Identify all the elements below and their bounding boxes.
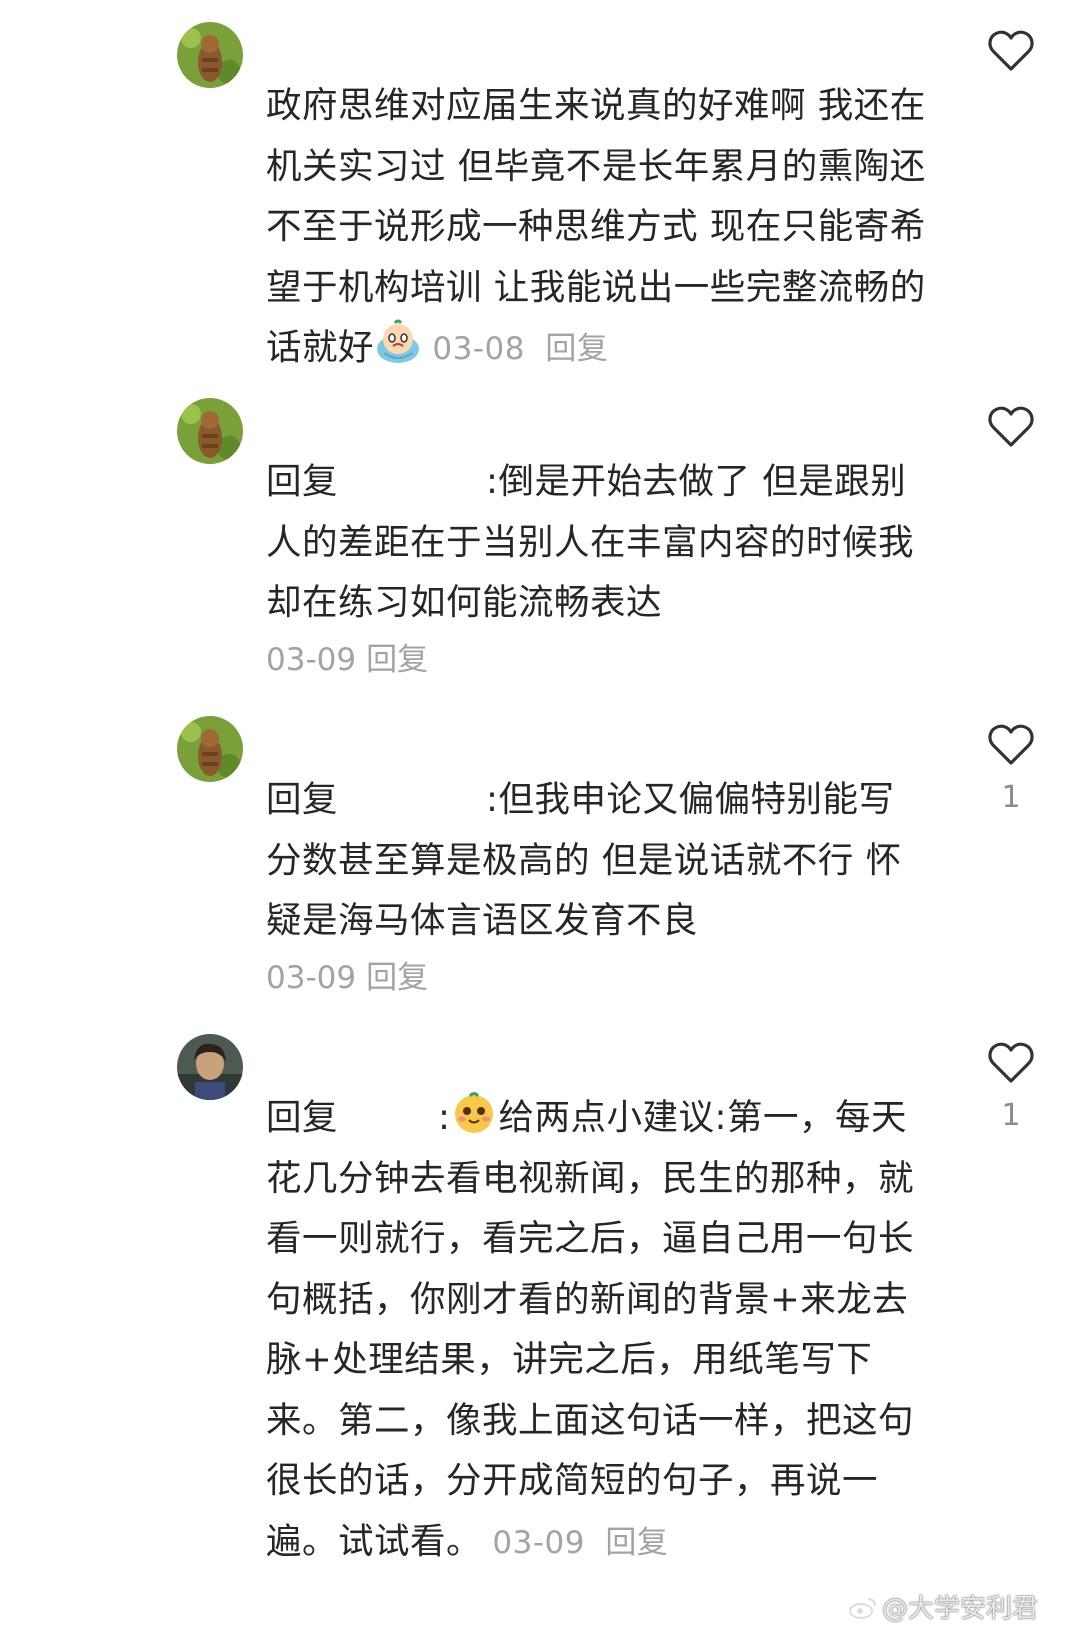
avatar-image [177,398,243,464]
like-count: 1 [1001,1098,1021,1133]
comment-date: 03-08 [432,331,525,367]
mentioned-user[interactable] [338,801,486,811]
comment-text: 政府思维对应届生来说真的好难啊 我还在机关实习过 但毕竟不是长年累月的熏陶还不至… [266,85,926,368]
username[interactable] [266,36,356,64]
reply-button[interactable]: 回复 [366,642,428,678]
mention-separator: : [438,1097,451,1138]
mention-separator: : [486,461,499,502]
comment-meta: 03-09 回复 [266,640,428,680]
avatar-image [177,716,243,782]
mentioned-user[interactable] [338,1119,438,1129]
comment-body: 回复:倒是开始去做了 但是跟别人的差距在于当别人在丰富内容的时候我却在练习如何能… [266,452,926,634]
watermark-text: @大学安利君 [882,1594,1039,1624]
like-heart-icon[interactable] [987,1040,1035,1084]
comment-date: 03-09 [266,642,357,678]
avatar[interactable] [177,1034,243,1100]
like-count: 1 [1001,780,1021,815]
mentioned-user[interactable] [338,483,486,493]
comment-meta: 03-09 回复 [266,958,428,998]
reply-prefix: 回复 [266,1097,339,1138]
reply-prefix: 回复 [266,779,339,820]
smiling-face-emoji [455,1092,494,1133]
comment-date: 03-09 [266,960,357,996]
mention-separator: : [486,779,499,820]
comment-body: 回复: 给两点小建议:第一，每天花几分钟去看电视新闻，民生的那种，就看一则就行，… [266,1088,926,1573]
username[interactable] [266,730,356,758]
avatar-image [177,22,243,88]
avatar[interactable] [177,398,243,464]
username[interactable] [266,412,356,440]
comment-body: 回复:但我申论又偏偏特别能写 分数甚至算是极高的 但是说话就不行 怀疑是海马体言… [266,770,926,952]
comment-meta: 03-09 回复 [482,1525,668,1561]
like-heart-icon[interactable] [987,28,1035,72]
like-heart-icon[interactable] [987,404,1035,448]
weibo-logo-icon [849,1598,876,1619]
crying-face-emoji [377,319,420,363]
reply-button[interactable]: 回复 [605,1525,668,1561]
comment-text: 给两点小建议:第一，每天花几分钟去看电视新闻，民生的那种，就看一则就行，看完之后… [266,1097,915,1562]
username[interactable] [266,1048,356,1076]
like-heart-icon[interactable] [987,722,1035,766]
avatar[interactable] [177,22,243,88]
reply-prefix: 回复 [266,461,339,502]
comment-date: 03-09 [492,1524,585,1561]
reply-button[interactable]: 回复 [366,960,428,996]
reply-button[interactable]: 回复 [545,331,608,367]
comment-meta: 03-08 回复 [422,331,608,367]
watermark: @大学安利君 [848,1588,1038,1625]
comment-thread: 政府思维对应届生来说真的好难啊 我还在机关实习过 但毕竟不是长年累月的熏陶还不至… [0,0,1080,1627]
comment-body: 政府思维对应届生来说真的好难啊 我还在机关实习过 但毕竟不是长年累月的熏陶还不至… [266,76,926,380]
avatar[interactable] [177,716,243,782]
avatar-image [177,1034,243,1100]
